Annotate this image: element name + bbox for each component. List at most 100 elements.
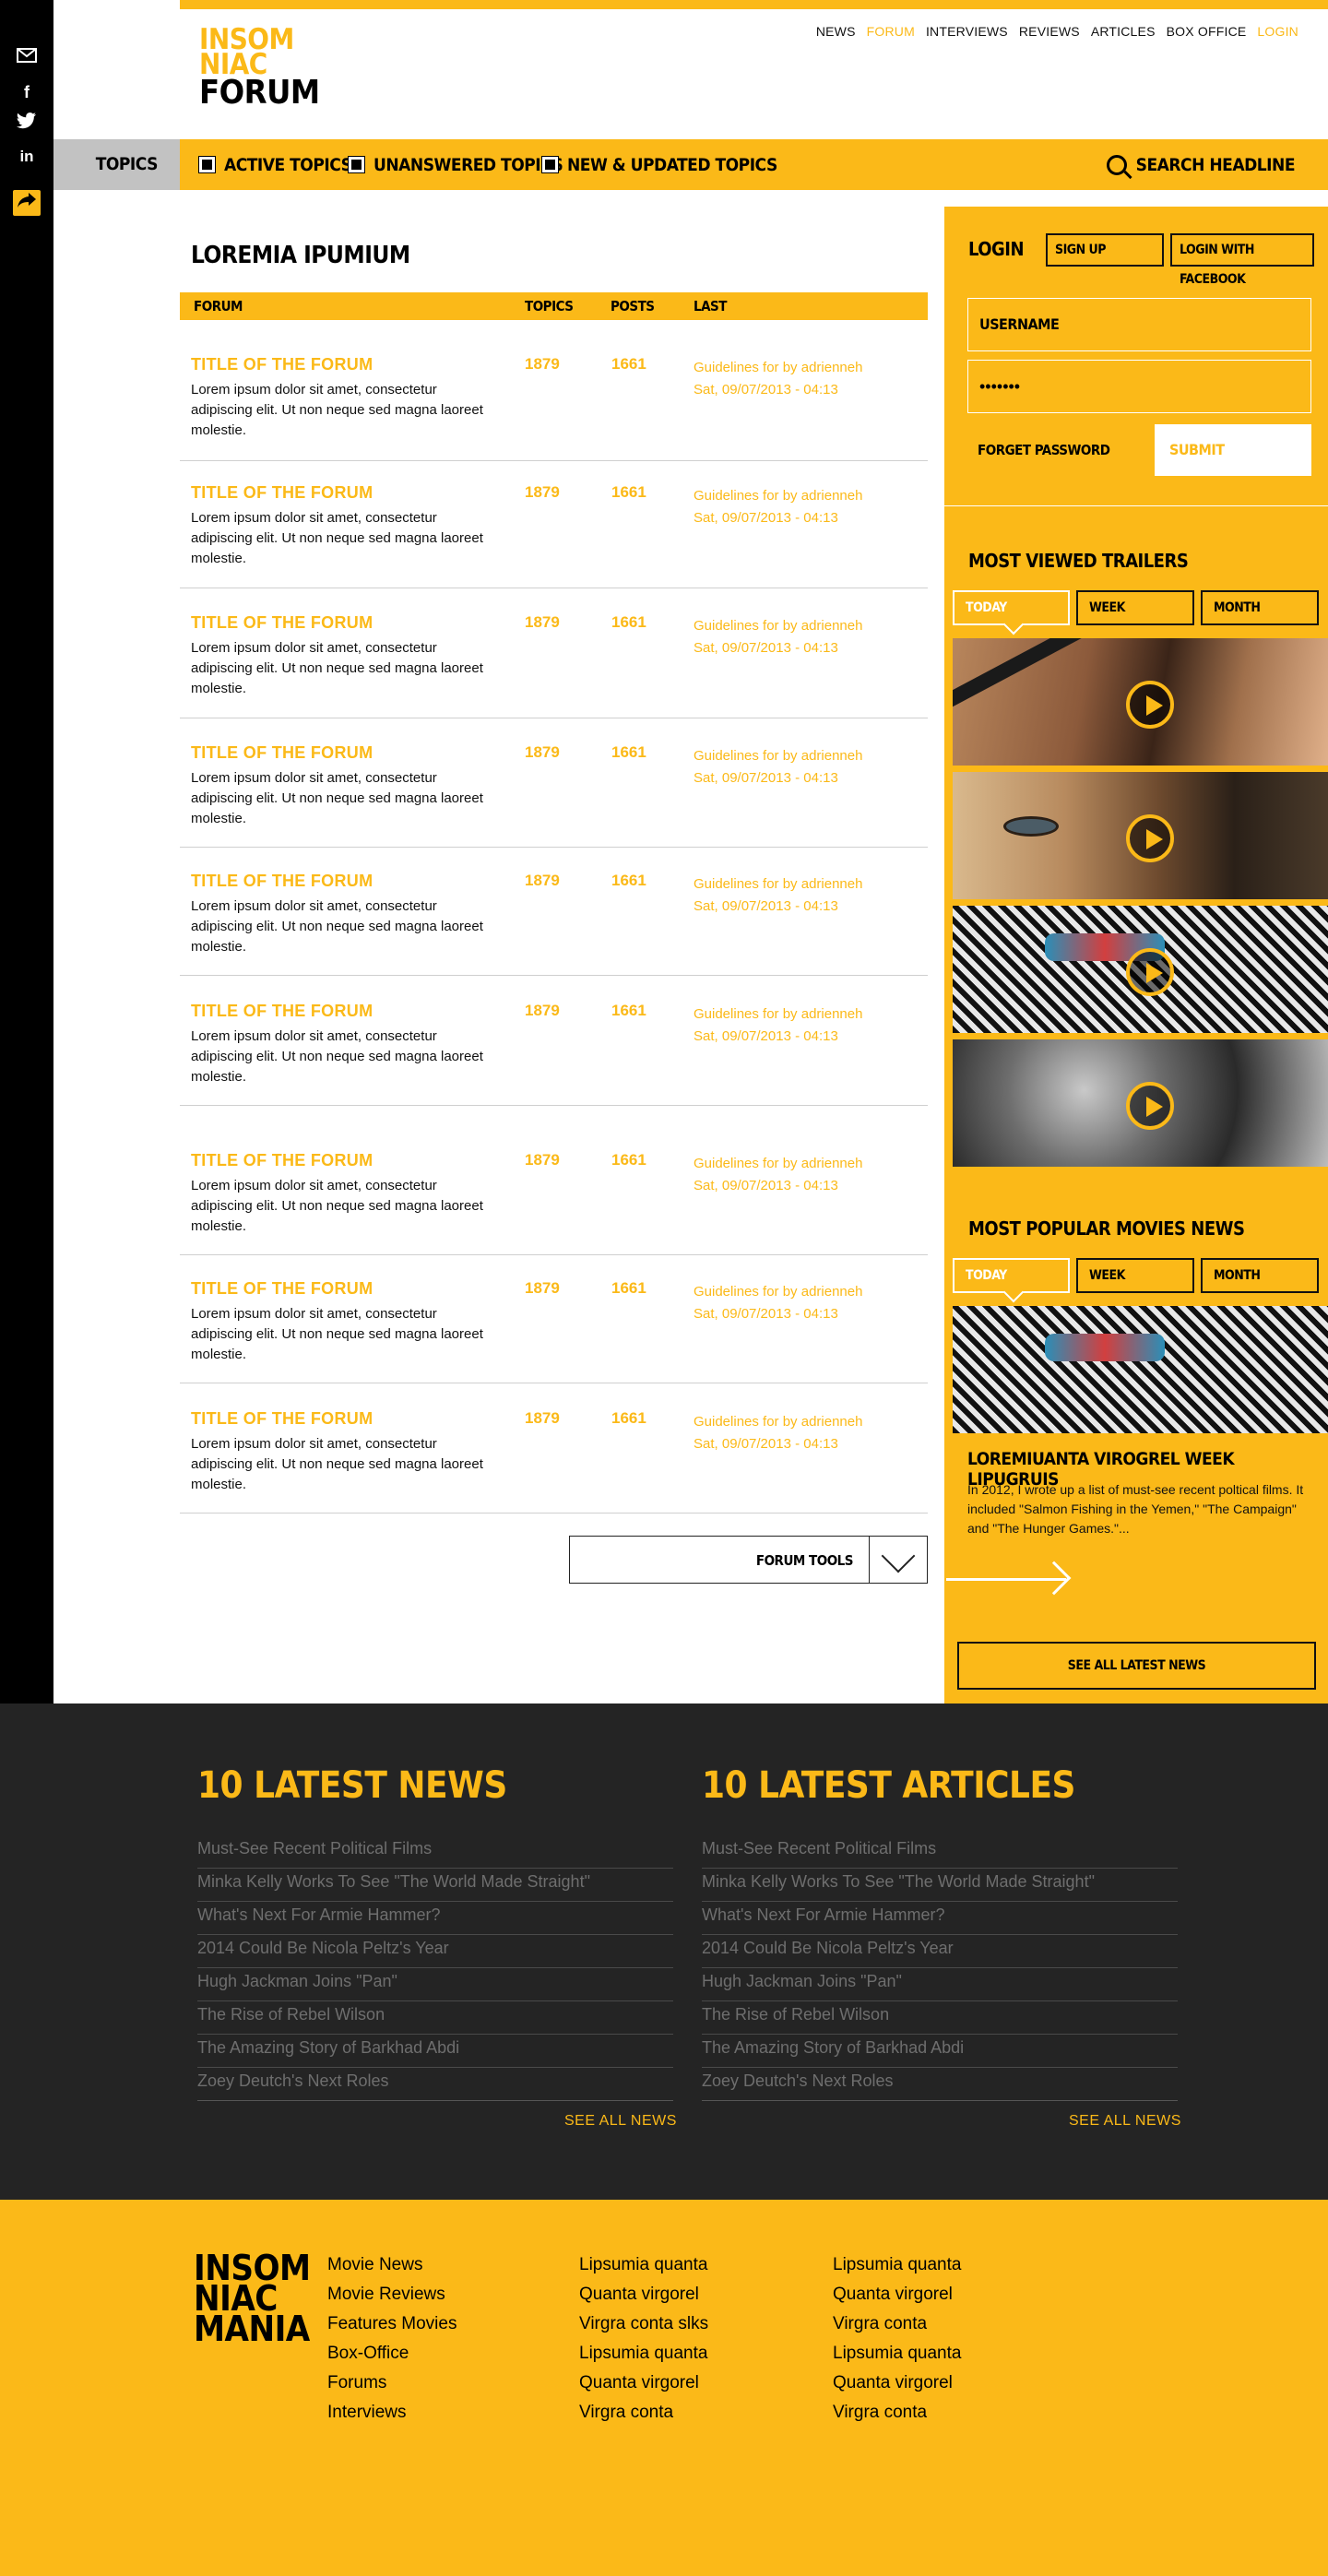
username-field[interactable]: USERNAME — [967, 298, 1311, 351]
forum-row[interactable]: TITLE OF THE FORUM Lorem ipsum dolor sit … — [180, 483, 928, 588]
footer-link[interactable]: Quanta virgorel — [579, 2280, 708, 2309]
footer-link[interactable]: Features Movies — [327, 2309, 456, 2339]
submit-button[interactable]: SUBMIT — [1155, 424, 1311, 476]
nav-news[interactable]: NEWS — [816, 24, 856, 39]
forum-title-link[interactable]: TITLE OF THE FORUM — [191, 613, 373, 633]
latest-article-item[interactable]: Zoey Deutch's Next Roles — [702, 2068, 1178, 2101]
footer-link[interactable]: Lipsumia quanta — [579, 2339, 708, 2368]
forum-title-link[interactable]: TITLE OF THE FORUM — [191, 483, 373, 503]
footer-link[interactable]: Movie Reviews — [327, 2280, 456, 2309]
latest-article-item[interactable]: What's Next For Armie Hammer? — [702, 1902, 1178, 1935]
last-post[interactable]: Guidelines for by adrienneh Sat, 09/07/20… — [694, 1281, 862, 1325]
facebook-icon[interactable]: f — [16, 81, 38, 103]
last-post[interactable]: Guidelines for by adrienneh Sat, 09/07/20… — [694, 357, 862, 401]
footer-link[interactable]: Quanta virgorel — [833, 2368, 961, 2398]
forum-row[interactable]: TITLE OF THE FORUM Lorem ipsum dolor sit … — [180, 1151, 928, 1255]
last-post[interactable]: Guidelines for by adrienneh Sat, 09/07/20… — [694, 745, 862, 789]
latest-article-item[interactable]: Minka Kelly Works To See "The World Made… — [702, 1869, 1178, 1902]
footer-link[interactable]: Lipsumia quanta — [833, 2250, 961, 2280]
linkedin-icon[interactable]: in — [16, 146, 38, 168]
trailer-thumbnail[interactable] — [953, 638, 1328, 766]
last-post[interactable]: Guidelines for by adrienneh Sat, 09/07/20… — [694, 615, 862, 659]
latest-news-item[interactable]: Hugh Jackman Joins "Pan" — [197, 1968, 673, 2001]
footer-link[interactable]: Quanta virgorel — [579, 2368, 708, 2398]
forum-title-link[interactable]: TITLE OF THE FORUM — [191, 355, 373, 374]
play-icon[interactable] — [1126, 948, 1174, 996]
login-facebook-button[interactable]: LOGIN WITH FACEBOOK — [1170, 233, 1314, 287]
latest-news-item[interactable]: The Rise of Rebel Wilson — [197, 2001, 673, 2035]
forum-row[interactable]: TITLE OF THE FORUM Lorem ipsum dolor sit … — [180, 355, 928, 461]
footer-link[interactable]: Virgra conta — [579, 2398, 708, 2428]
filter-active-topics[interactable]: ACTIVE TOPICS — [198, 139, 352, 190]
see-all-articles-link[interactable]: SEE ALL NEWS — [1069, 2113, 1181, 2130]
forum-row[interactable]: TITLE OF THE FORUM Lorem ipsum dolor sit … — [180, 1409, 928, 1514]
nav-box-office[interactable]: BOX OFFICE — [1167, 24, 1247, 39]
twitter-icon[interactable] — [16, 113, 38, 135]
nav-articles[interactable]: ARTICLES — [1091, 24, 1156, 39]
forum-row[interactable]: TITLE OF THE FORUM Lorem ipsum dolor sit … — [180, 743, 928, 848]
last-post[interactable]: Guidelines for by adrienneh Sat, 09/07/20… — [694, 1411, 862, 1455]
forum-tools-dropdown[interactable]: FORUM TOOLS — [569, 1536, 928, 1584]
last-post[interactable]: Guidelines for by adrienneh Sat, 09/07/20… — [694, 1153, 862, 1197]
footer-link[interactable]: Virgra conta — [833, 2398, 961, 2428]
latest-article-item[interactable]: The Rise of Rebel Wilson — [702, 2001, 1178, 2035]
latest-news-item[interactable]: Zoey Deutch's Next Roles — [197, 2068, 673, 2101]
forum-title-link[interactable]: TITLE OF THE FORUM — [191, 1151, 373, 1170]
news-tab-month[interactable]: MONTH — [1201, 1258, 1319, 1293]
filter-unanswered-topics[interactable]: UNANSWERED TOPICS — [348, 139, 563, 190]
play-icon[interactable] — [1126, 1082, 1174, 1130]
last-post[interactable]: Guidelines for by adrienneh Sat, 09/07/20… — [694, 1003, 862, 1048]
news-tab-week[interactable]: WEEK — [1076, 1258, 1194, 1293]
footer-logo[interactable]: INSOM NIAC MANIA — [194, 2250, 311, 2346]
trailer-thumbnail[interactable] — [953, 772, 1328, 899]
footer-link[interactable]: Virgra conta slks — [579, 2309, 708, 2339]
share-icon[interactable] — [13, 190, 41, 216]
footer-link[interactable]: Box-Office — [327, 2339, 456, 2368]
forum-row[interactable]: TITLE OF THE FORUM Lorem ipsum dolor sit … — [180, 872, 928, 976]
trailers-tab-month[interactable]: MONTH — [1201, 590, 1319, 625]
filter-new-updated-topics[interactable]: NEW & UPDATED TOPICS — [541, 139, 777, 190]
last-post[interactable]: Guidelines for by adrienneh Sat, 09/07/20… — [694, 485, 862, 529]
last-post[interactable]: Guidelines for by adrienneh Sat, 09/07/20… — [694, 873, 862, 918]
nav-reviews[interactable]: REVIEWS — [1019, 24, 1080, 39]
nav-interviews[interactable]: INTERVIEWS — [926, 24, 1008, 39]
latest-news-item[interactable]: The Amazing Story of Barkhad Abdi — [197, 2035, 673, 2068]
footer-link[interactable]: Virgra conta — [833, 2309, 961, 2339]
password-field[interactable]: ••••••• — [967, 360, 1311, 413]
latest-news-item[interactable]: 2014 Could Be Nicola Peltz's Year — [197, 1935, 673, 1968]
footer-link[interactable]: Lipsumia quanta — [833, 2339, 961, 2368]
latest-article-item[interactable]: 2014 Could Be Nicola Peltz's Year — [702, 1935, 1178, 1968]
footer-link[interactable]: Forums — [327, 2368, 456, 2398]
news-thumbnail[interactable] — [953, 1306, 1328, 1433]
checkbox-icon[interactable] — [541, 156, 559, 173]
latest-article-item[interactable]: The Amazing Story of Barkhad Abdi — [702, 2035, 1178, 2068]
footer-link[interactable]: Movie News — [327, 2250, 456, 2280]
trailer-thumbnail[interactable] — [953, 1039, 1328, 1167]
latest-news-item[interactable]: What's Next For Armie Hammer? — [197, 1902, 673, 1935]
forgot-password-link[interactable]: FORGET PASSWORD — [978, 433, 1110, 467]
site-logo[interactable]: INSOM NIAC FORUM — [199, 26, 320, 110]
mail-icon[interactable] — [16, 46, 38, 68]
nav-forum[interactable]: FORUM — [867, 24, 915, 39]
forum-title-link[interactable]: TITLE OF THE FORUM — [191, 872, 373, 891]
forum-row[interactable]: TITLE OF THE FORUM Lorem ipsum dolor sit … — [180, 1002, 928, 1106]
forum-title-link[interactable]: TITLE OF THE FORUM — [191, 1002, 373, 1021]
forum-title-link[interactable]: TITLE OF THE FORUM — [191, 1279, 373, 1299]
trailer-thumbnail[interactable] — [953, 906, 1328, 1033]
forum-title-link[interactable]: TITLE OF THE FORUM — [191, 1409, 373, 1429]
latest-article-item[interactable]: Must-See Recent Political Films — [702, 1835, 1178, 1869]
forum-row[interactable]: TITLE OF THE FORUM Lorem ipsum dolor sit … — [180, 1279, 928, 1383]
latest-news-item[interactable]: Minka Kelly Works To See "The World Made… — [197, 1869, 673, 1902]
footer-link[interactable]: Interviews — [327, 2398, 456, 2428]
latest-article-item[interactable]: Hugh Jackman Joins "Pan" — [702, 1968, 1178, 2001]
forum-title-link[interactable]: TITLE OF THE FORUM — [191, 743, 373, 763]
nav-login[interactable]: LOGIN — [1257, 24, 1298, 39]
footer-link[interactable]: Lipsumia quanta — [579, 2250, 708, 2280]
play-icon[interactable] — [1126, 681, 1174, 729]
see-all-latest-news-button[interactable]: SEE ALL LATEST NEWS — [957, 1642, 1316, 1690]
news-tab-today[interactable]: TODAY — [953, 1258, 1070, 1293]
signup-button[interactable]: SIGN UP — [1046, 233, 1164, 267]
forum-row[interactable]: TITLE OF THE FORUM Lorem ipsum dolor sit … — [180, 613, 928, 718]
see-all-news-link[interactable]: SEE ALL NEWS — [564, 2113, 677, 2130]
checkbox-icon[interactable] — [198, 156, 216, 173]
